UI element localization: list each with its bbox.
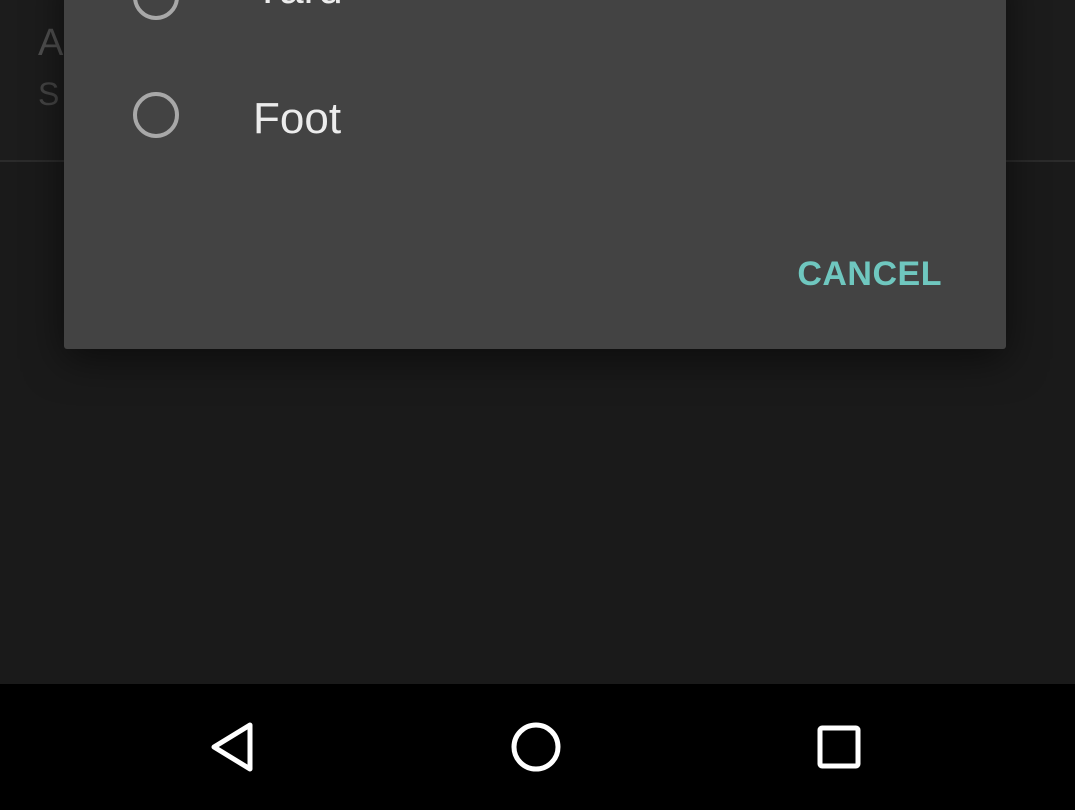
background-preference-summary: S <box>38 76 60 112</box>
home-button[interactable] <box>466 684 606 810</box>
home-circle-icon <box>511 722 561 772</box>
radio-button-icon[interactable] <box>133 92 179 138</box>
screen: A S Yard Foot CANCEL <box>0 0 1075 810</box>
unit-selection-dialog: Yard Foot CANCEL <box>64 0 1006 349</box>
back-triangle-icon <box>211 722 253 772</box>
navigation-bar <box>0 684 1075 810</box>
option-yard[interactable]: Yard <box>64 0 1006 70</box>
back-button[interactable] <box>163 684 303 810</box>
recents-button[interactable] <box>769 684 909 810</box>
radio-button-icon[interactable] <box>133 0 179 20</box>
cancel-button[interactable]: CANCEL <box>779 238 960 310</box>
option-foot[interactable]: Foot <box>64 64 1006 174</box>
option-label: Foot <box>253 94 342 143</box>
background-preference-title: A <box>38 22 64 64</box>
option-label: Yard <box>253 0 343 14</box>
recents-square-icon <box>817 725 861 769</box>
